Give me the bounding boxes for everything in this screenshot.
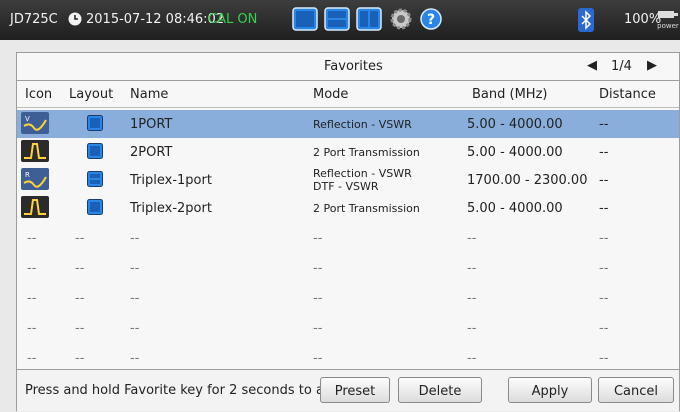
table-row[interactable]: Triplex-2port 2 Port Transmission 5.00 -… <box>17 194 679 222</box>
favorite-mode: 2 Port Transmission <box>313 146 420 159</box>
single-layout-button[interactable] <box>292 7 318 31</box>
cal-status: CAL ON <box>208 12 258 27</box>
empty-row[interactable]: -- -- -- -- -- -- <box>17 314 679 342</box>
empty-name-cell: -- <box>130 321 140 336</box>
single-layout-icon <box>87 115 103 131</box>
empty-row[interactable]: -- -- -- -- -- -- <box>17 344 679 372</box>
reflection-trace-icon: R <box>21 168 49 190</box>
page-indicator: 1/4 <box>611 59 632 74</box>
empty-band-cell: -- <box>467 291 477 306</box>
column-header-mode: Mode <box>313 87 349 102</box>
empty-layout-cell: -- <box>75 291 85 306</box>
next-page-icon[interactable]: ▶ <box>647 58 657 73</box>
favorite-distance: -- <box>599 145 609 160</box>
empty-name-cell: -- <box>130 231 140 246</box>
bluetooth-icon <box>578 8 594 32</box>
transmission-trace-icon <box>21 196 49 218</box>
empty-row[interactable]: -- -- -- -- -- -- <box>17 254 679 282</box>
power-plug-icon: power <box>657 11 679 30</box>
empty-name-cell: -- <box>130 261 140 276</box>
empty-name-cell: -- <box>130 351 140 366</box>
favorite-name: 2PORT <box>130 145 173 160</box>
empty-band-cell: -- <box>467 351 477 366</box>
empty-mode-cell: -- <box>313 321 323 336</box>
help-icon[interactable]: ? <box>418 7 444 31</box>
column-header-distance: Distance <box>599 87 656 102</box>
table-header: Icon Layout Name Mode Band (MHz) Distanc… <box>17 81 679 108</box>
empty-icon-cell: -- <box>27 261 37 276</box>
empty-layout-cell: -- <box>75 351 85 366</box>
dual-layout-icon <box>87 171 103 187</box>
favorites-header: Favorites ◀ 1/4 ▶ <box>17 53 679 81</box>
empty-layout-cell: -- <box>75 231 85 246</box>
empty-layout-cell: -- <box>75 261 85 276</box>
single-layout-icon <box>87 199 103 215</box>
column-header-icon: Icon <box>25 87 53 102</box>
empty-band-cell: -- <box>467 261 477 276</box>
empty-row[interactable]: -- -- -- -- -- -- <box>17 224 679 252</box>
favorite-name: Triplex-2port <box>130 201 212 216</box>
empty-distance-cell: -- <box>599 231 609 246</box>
empty-name-cell: -- <box>130 291 140 306</box>
column-header-layout: Layout <box>69 87 114 102</box>
datetime: 2015-07-12 08:46:02 <box>86 12 225 27</box>
favorite-band: 5.00 - 4000.00 <box>467 117 563 132</box>
favorite-band: 1700.00 - 2300.00 <box>467 173 588 188</box>
favorite-band: 5.00 - 4000.00 <box>467 145 563 160</box>
empty-icon-cell: -- <box>27 231 37 246</box>
empty-distance-cell: -- <box>599 351 609 366</box>
page-title: Favorites <box>324 59 383 74</box>
single-layout-icon <box>87 143 103 159</box>
empty-icon-cell: -- <box>27 351 37 366</box>
prev-page-icon[interactable]: ◀ <box>587 58 597 73</box>
favorite-band: 5.00 - 4000.00 <box>467 201 563 216</box>
device-model: JD725C <box>10 12 58 27</box>
favorites-panel: Favorites ◀ 1/4 ▶ Icon Layout Name Mode … <box>16 52 680 411</box>
empty-icon-cell: -- <box>27 291 37 306</box>
table-row[interactable]: 2PORT 2 Port Transmission 5.00 - 4000.00… <box>17 138 679 166</box>
table-row[interactable]: V 1PORT Reflection - VSWR 5.00 - 4000.00… <box>17 110 679 138</box>
favorite-name: 1PORT <box>130 117 173 132</box>
clock-icon <box>68 12 82 26</box>
empty-mode-cell: -- <box>313 231 323 246</box>
hint-text: Press and hold Favorite key for 2 second… <box>25 383 345 398</box>
empty-distance-cell: -- <box>599 291 609 306</box>
transmission-trace-icon <box>21 140 49 162</box>
empty-distance-cell: -- <box>599 261 609 276</box>
apply-button[interactable]: Apply <box>508 377 592 403</box>
preset-button[interactable]: Preset <box>320 377 390 403</box>
action-bar: Press and hold Favorite key for 2 second… <box>17 369 679 411</box>
favorite-distance: -- <box>599 173 609 188</box>
empty-icon-cell: -- <box>27 321 37 336</box>
svg-text:R: R <box>25 171 30 179</box>
cancel-button[interactable]: Cancel <box>598 377 674 403</box>
favorite-mode: 2 Port Transmission <box>313 202 420 215</box>
empty-mode-cell: -- <box>313 261 323 276</box>
favorite-name: Triplex-1port <box>130 173 212 188</box>
empty-mode-cell: -- <box>313 291 323 306</box>
column-header-band: Band (MHz) <box>472 87 548 102</box>
favorite-distance: -- <box>599 117 609 132</box>
empty-band-cell: -- <box>467 231 477 246</box>
dual-layout-button[interactable] <box>324 7 350 31</box>
vswr-trace-icon: V <box>21 112 49 134</box>
split-layout-button[interactable] <box>356 7 382 31</box>
gear-icon[interactable] <box>388 7 414 31</box>
empty-layout-cell: -- <box>75 321 85 336</box>
status-bar: JD725C 2015-07-12 08:46:02 CAL ON ? 100%… <box>0 0 680 40</box>
power-label: power <box>657 22 679 30</box>
delete-button[interactable]: Delete <box>398 377 482 403</box>
empty-band-cell: -- <box>467 321 477 336</box>
empty-mode-cell: -- <box>313 351 323 366</box>
favorite-mode: Reflection - VSWR DTF - VSWR <box>313 167 412 193</box>
empty-distance-cell: -- <box>599 321 609 336</box>
empty-row[interactable]: -- -- -- -- -- -- <box>17 284 679 312</box>
svg-text:?: ? <box>427 12 435 28</box>
favorite-mode: Reflection - VSWR <box>313 118 412 131</box>
table-row[interactable]: R Triplex-1port Reflection - VSWR DTF - V… <box>17 166 679 194</box>
svg-text:V: V <box>25 115 30 123</box>
column-header-name: Name <box>130 87 169 102</box>
favorite-distance: -- <box>599 201 609 216</box>
